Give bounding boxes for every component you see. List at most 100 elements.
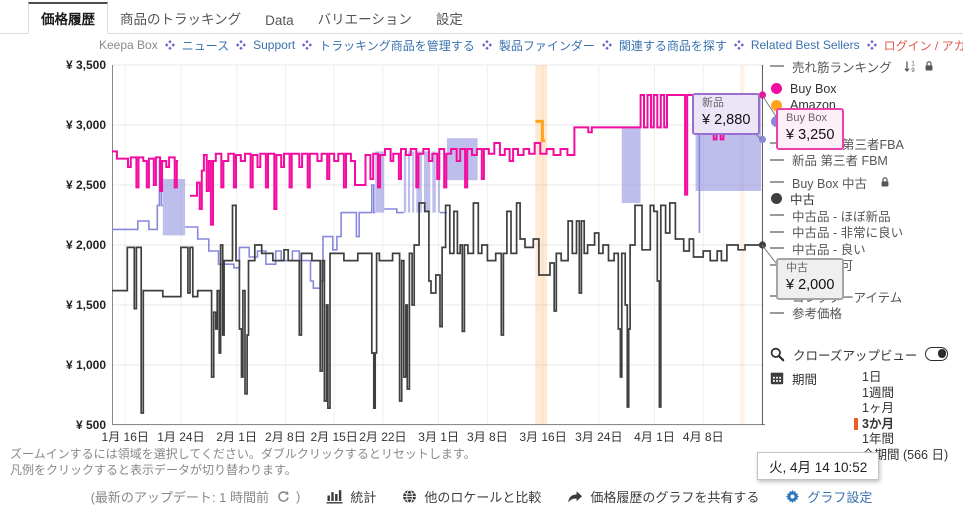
legend-item-new-fbm[interactable]: 新品 第三者 FBM <box>770 152 962 169</box>
legend-dash-marker <box>770 247 784 250</box>
legend-dash-marker <box>770 311 784 314</box>
globe-icon <box>402 489 417 504</box>
x-tick-label: 1月 24日 <box>157 430 205 444</box>
series-新品 <box>384 208 404 214</box>
diamond-separator-icon <box>236 40 247 50</box>
close-up-view-control: クローズアップビュー <box>770 345 962 363</box>
x-tick-label: 2月 22日 <box>359 430 407 444</box>
diamond-separator-icon <box>601 40 612 50</box>
tooltip-series-label: 新品 <box>702 97 724 109</box>
period-option-1week[interactable]: 1週間 <box>854 386 948 402</box>
close-up-view-toggle[interactable] <box>925 347 949 361</box>
period-label: 期間 <box>792 372 818 387</box>
zoom-hint-text: ズームインするには領域を選択してください。ダブルクリックするとリセットします。 <box>10 447 476 461</box>
endpoint-dot-新品 <box>758 135 767 143</box>
legend-dash-marker <box>770 181 784 184</box>
period-option-3months[interactable]: 3か月 <box>854 417 948 433</box>
new-price-oscillation-band <box>446 138 478 181</box>
new-price-oscillation-band <box>407 151 411 213</box>
new-price-oscillation-band <box>412 151 415 213</box>
subnav-news-link[interactable]: ニュース <box>182 37 229 54</box>
subnav-product-finder-link[interactable]: 製品ファインダー <box>499 37 595 54</box>
tab-data[interactable]: Data <box>253 9 306 33</box>
svg-text:1: 1 <box>911 61 915 67</box>
new-price-oscillation-band <box>621 127 641 203</box>
tab-price-history[interactable]: 価格履歴 <box>28 2 108 34</box>
lock-icon <box>879 176 891 188</box>
legend-item-list-price[interactable]: 参考価格 <box>770 305 962 321</box>
legend-item-used-good[interactable]: 中古品 - 良い <box>770 240 962 257</box>
legend-item-sales-rank[interactable]: 売れ筋ランキング 19 <box>770 58 962 75</box>
x-tick-label: 3月 24日 <box>575 430 623 444</box>
subnav-support-link[interactable]: Support <box>253 38 295 52</box>
period-selector: 期間 1日 1週間 1ヶ月 3か月 1年間 全期間 (566 日) <box>770 370 962 463</box>
y-tick-label: ¥ 1,500 <box>65 298 106 312</box>
legend-dash-marker <box>770 230 784 233</box>
subnav-related-products-link[interactable]: 関連する商品を探す <box>619 37 727 54</box>
share-arrow-icon <box>567 489 583 504</box>
compare-locales-button[interactable]: 他のロケールと比較 <box>402 487 541 506</box>
subnav-manage-tracked-link[interactable]: トラッキング商品を管理する <box>319 37 475 54</box>
y-tick-label: ¥ 2,500 <box>65 178 106 192</box>
legend-item-buy-box-used[interactable]: Buy Box 中古 <box>770 174 962 191</box>
sub-navigation: Keepa Box ニュース Support トラッキング商品を管理する 製品フ… <box>99 36 963 54</box>
y-tick-label: ¥ 2,000 <box>65 238 106 252</box>
legend-dash-marker <box>770 158 784 161</box>
series-中古 <box>112 202 763 414</box>
bottom-toolbar: (最新のアップデート: 1 時間前 ) 統計 他のロケールと比較 価格履歴のグラ… <box>0 487 963 506</box>
tab-product-tracking[interactable]: 商品のトラッキング <box>108 4 253 33</box>
endpoint-dot-中古 <box>758 241 767 249</box>
legend-dash-marker <box>770 214 784 217</box>
x-tick-label: 3月 8日 <box>467 430 508 444</box>
tooltip-new-price: 新品 ¥ 2,880 <box>692 93 761 135</box>
share-chart-button[interactable]: 価格履歴のグラフを共有する <box>567 487 759 506</box>
legend-dot-marker <box>771 83 782 95</box>
diamond-separator-icon <box>866 40 877 50</box>
magnifier-icon <box>770 347 785 362</box>
y-tick-label: ¥ 3,500 <box>65 58 106 72</box>
legend-hint-text: 凡例をクリックすると表示データが切り替わります。 <box>10 463 297 477</box>
tooltip-series-label: 中古 <box>786 262 808 274</box>
lock-icon <box>923 60 935 72</box>
tooltip-buy-box-price: Buy Box ¥ 3,250 <box>776 108 845 150</box>
new-price-oscillation-band <box>403 151 407 213</box>
gear-icon <box>785 489 800 504</box>
keepa-box-label: Keepa Box <box>99 38 158 52</box>
period-option-1day[interactable]: 1日 <box>854 370 948 386</box>
period-option-1month[interactable]: 1ヶ月 <box>854 401 948 417</box>
price-history-plot[interactable] <box>112 64 767 426</box>
calendar-icon <box>770 371 784 385</box>
legend-item-used-very-good[interactable]: 中古品 - 非常に良い <box>770 224 962 240</box>
tooltip-used-price: 中古 ¥ 2,000 <box>776 258 845 300</box>
legend-label: 新品 第三者 FBM <box>792 154 888 169</box>
statistics-button[interactable]: 統計 <box>326 487 376 506</box>
legend-item-used-like-new[interactable]: 中古品 - ほぼ新品 <box>770 207 962 224</box>
legend-dash-marker <box>770 65 784 68</box>
amazon-availability-band <box>535 65 548 425</box>
legend-label: 売れ筋ランキング <box>792 60 892 75</box>
tooltip-value: ¥ 3,250 <box>786 126 835 143</box>
y-tick-label: ¥ 1,000 <box>65 358 106 372</box>
login-register-link[interactable]: ログイン / アカウントの登録 <box>884 37 963 54</box>
graph-settings-button[interactable]: グラフ設定 <box>785 487 872 506</box>
close-up-view-label: クローズアップビュー <box>793 348 918 363</box>
diamond-separator-icon <box>481 40 492 50</box>
period-option-1year[interactable]: 1年間 <box>854 432 948 448</box>
legend-item-buy-box[interactable]: Buy Box <box>770 81 962 98</box>
tooltip-datetime: 火, 4月 14 10:52 <box>757 452 880 480</box>
svg-text:9: 9 <box>911 68 915 73</box>
tab-settings[interactable]: 設定 <box>424 4 475 33</box>
last-update-status: (最新のアップデート: 1 時間前 ) <box>90 489 301 505</box>
tooltip-value: ¥ 2,000 <box>786 276 835 293</box>
tab-variations[interactable]: バリエーション <box>306 4 424 33</box>
x-tick-label: 1月 16日 <box>101 430 149 444</box>
legend-dot-marker <box>771 193 782 205</box>
legend-item-used[interactable]: 中古 <box>770 191 962 207</box>
bar-chart-icon <box>326 489 343 504</box>
tab-bar: 価格履歴 商品のトラッキング Data バリエーション 設定 <box>0 2 963 34</box>
subnav-related-best-sellers-link[interactable]: Related Best Sellers <box>751 38 860 52</box>
keepa-price-history-page: 価格履歴 商品のトラッキング Data バリエーション 設定 Keepa Box… <box>0 0 963 520</box>
refresh-icon[interactable] <box>276 490 289 503</box>
legend-label: Buy Box <box>790 81 837 96</box>
tooltip-series-label: Buy Box <box>786 112 827 124</box>
